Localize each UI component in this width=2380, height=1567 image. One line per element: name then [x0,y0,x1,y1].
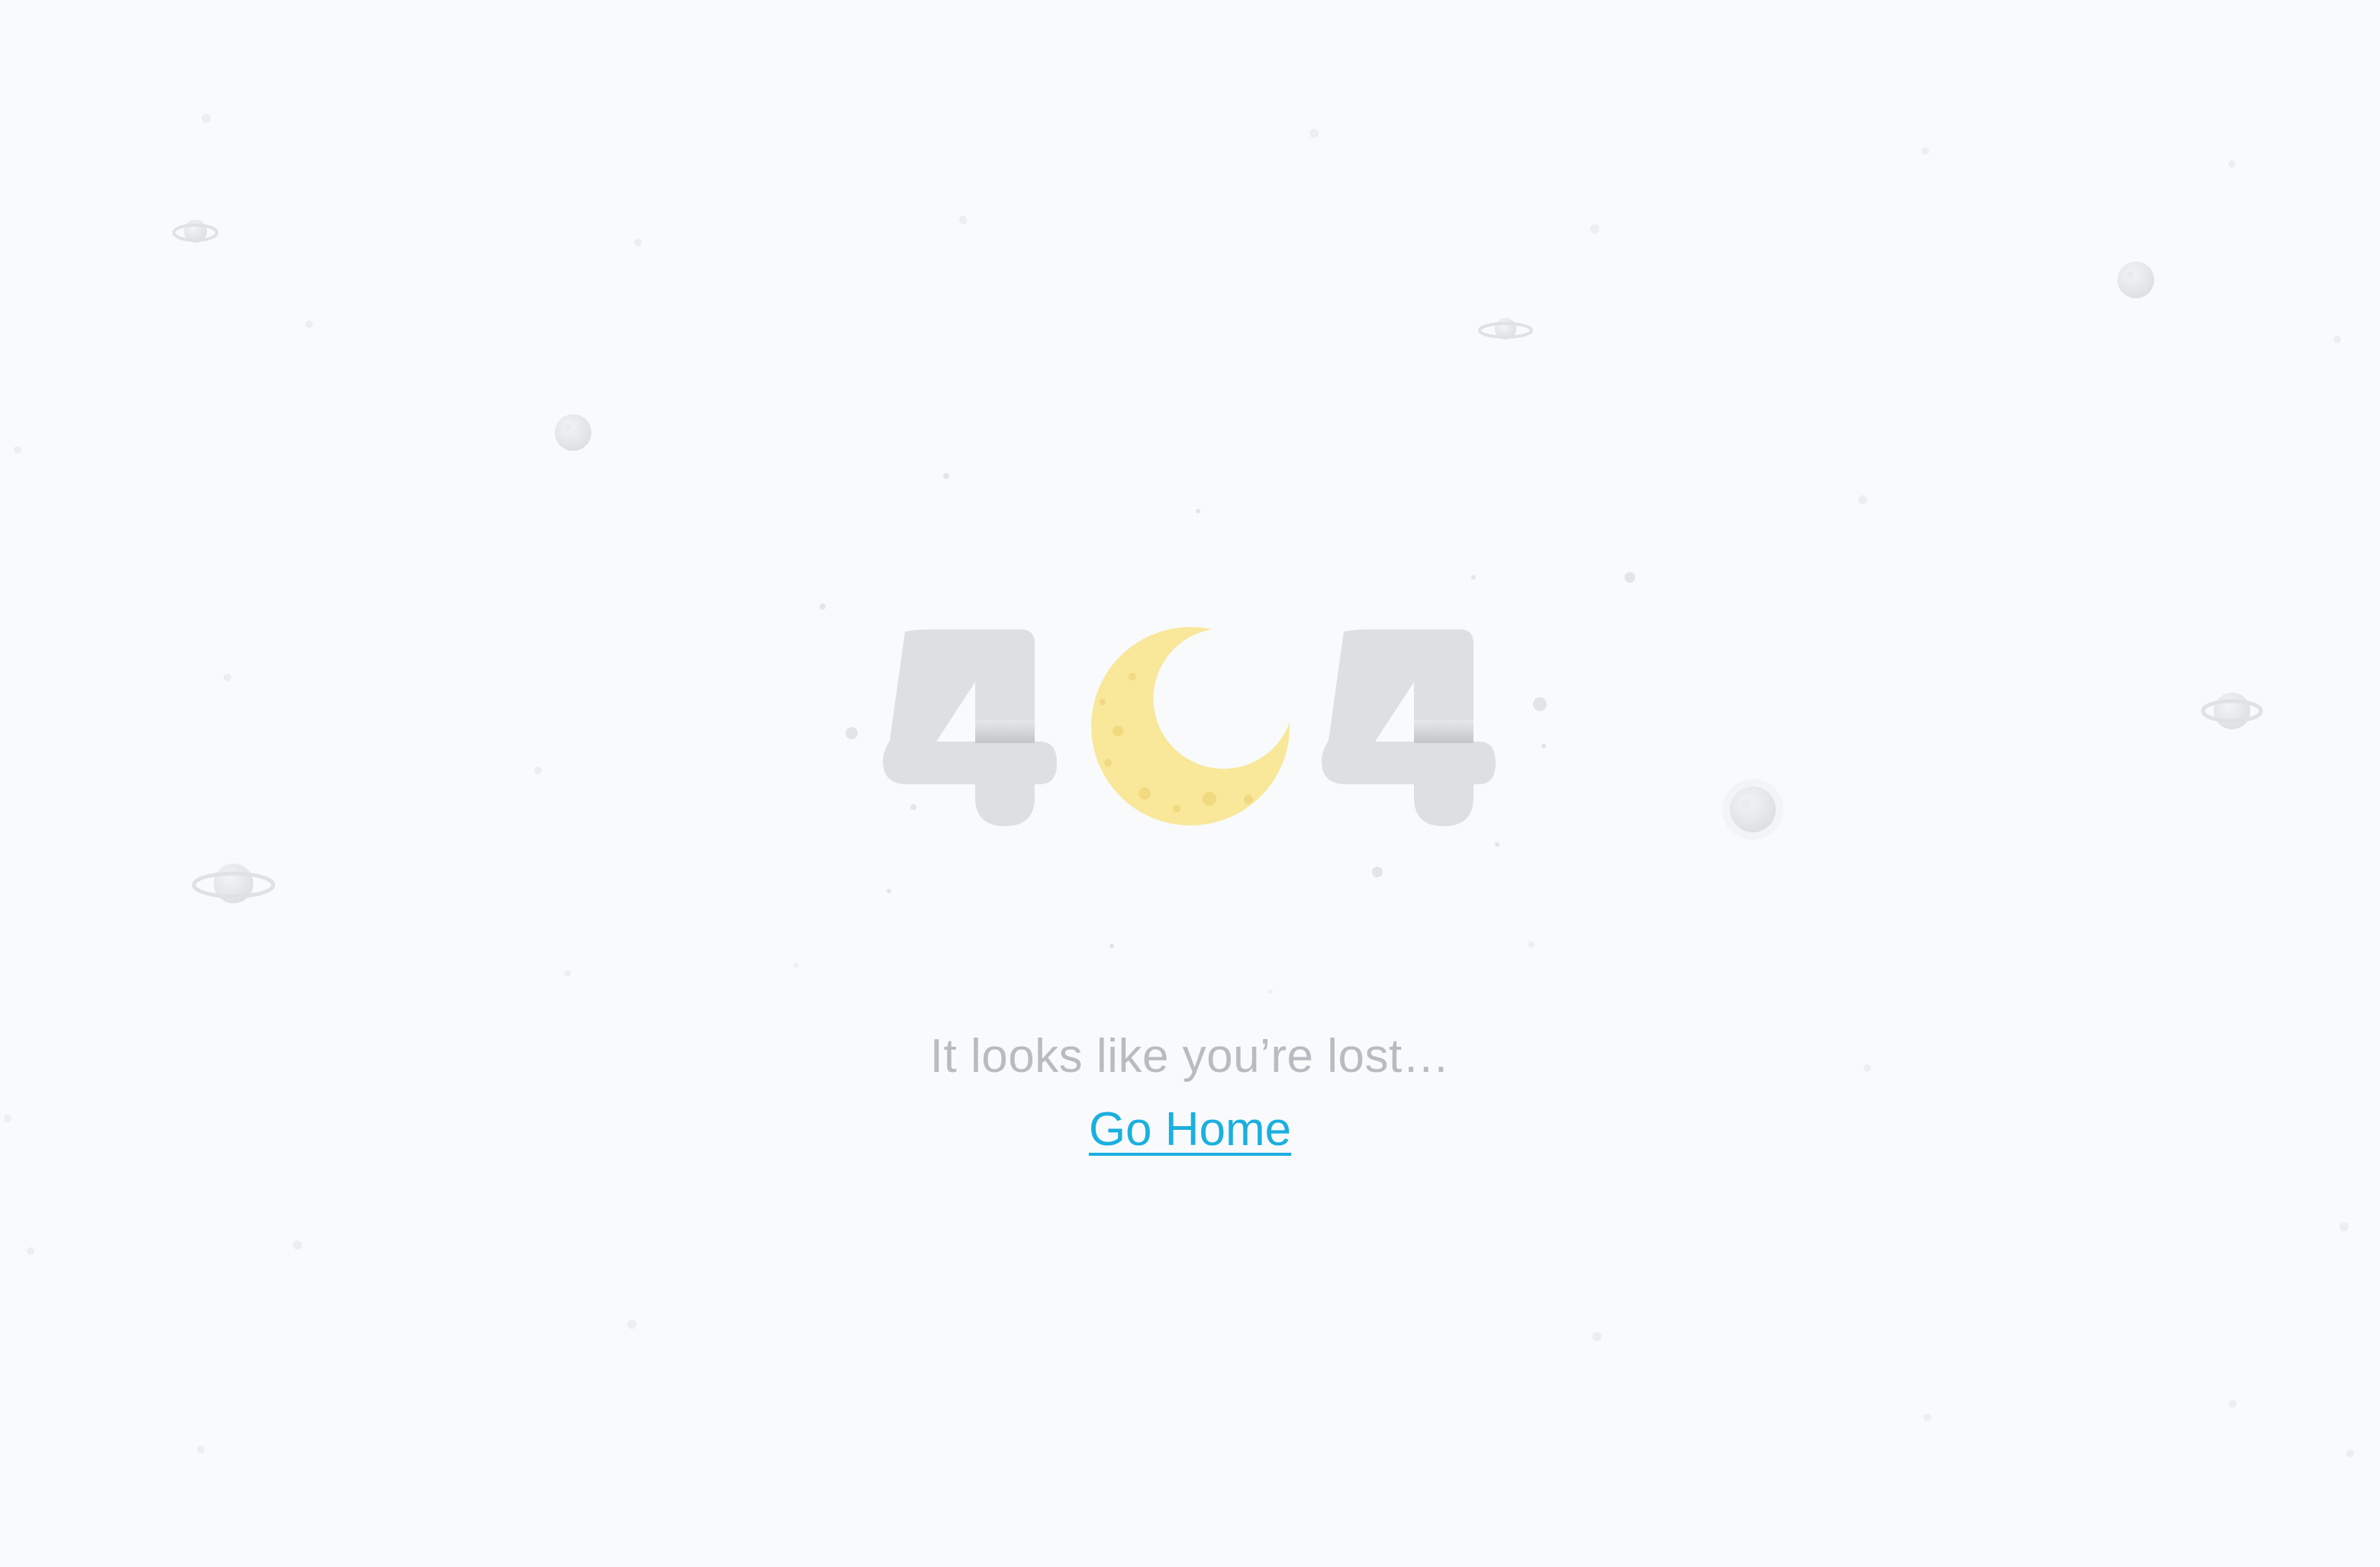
space-illustration [4,114,2354,1457]
ringed-planet-icon [1478,318,1533,339]
moon-icon [2118,262,2154,298]
go-home-link[interactable]: Go Home [1089,1099,1291,1160]
moon-icon [1722,779,1783,840]
moon-icon [555,414,591,451]
error-code-graphic [883,626,1496,826]
ringed-planet-icon [172,220,218,243]
not-found-page: It looks like you’re lost… Go Home [0,0,2380,1567]
ringed-planet-icon [2201,693,2263,729]
crescent-moon-icon [1091,626,1290,825]
error-message: It looks like you’re lost… [929,1030,1451,1083]
ringed-planet-icon [192,864,275,903]
digit-four-left [883,629,1057,826]
digit-four-right [1322,629,1496,826]
error-content: It looks like you’re lost… Go Home [0,1026,2380,1160]
